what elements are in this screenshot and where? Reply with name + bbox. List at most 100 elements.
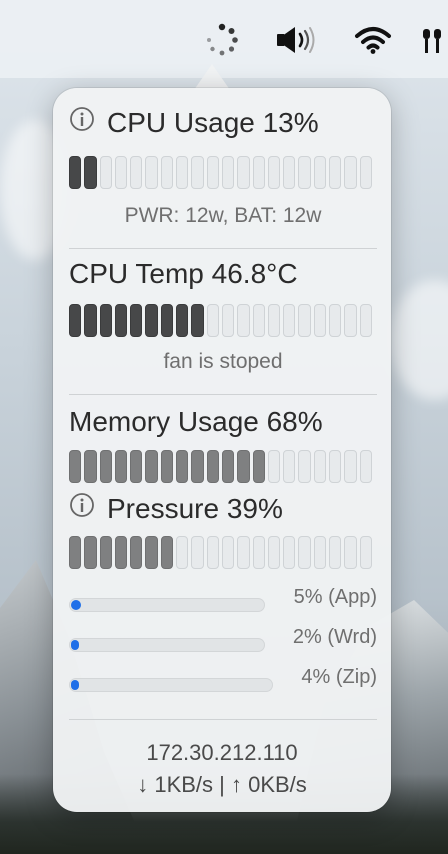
divider xyxy=(69,394,377,395)
meter-segment-filled xyxy=(99,536,112,569)
meter-segment-empty xyxy=(114,156,128,189)
meter-segment-empty xyxy=(329,450,342,483)
meter-segment-empty xyxy=(221,156,235,189)
meter-segment-filled xyxy=(160,304,174,337)
meter-segment-filled xyxy=(130,450,143,483)
segment-meter xyxy=(69,304,377,337)
meter-segment-filled xyxy=(130,536,143,569)
meter-segment-empty xyxy=(237,304,250,337)
meter-segment-empty xyxy=(221,536,235,569)
meter-segment-filled xyxy=(114,536,128,569)
meter-segment-empty xyxy=(283,304,296,337)
meter-segment-empty xyxy=(329,156,342,189)
progress-fill xyxy=(71,600,81,610)
system-stats-popover: CPU Usage 13% PWR: 12w, BAT: 12w CPU Tem… xyxy=(53,88,391,812)
meter-segment-empty xyxy=(206,156,219,189)
meter-segment-empty xyxy=(283,156,296,189)
meter-segment-filled xyxy=(145,536,158,569)
fan-status-text: fan is stoped xyxy=(163,350,283,373)
meter-segment-empty xyxy=(267,450,281,483)
meter-segment-filled xyxy=(69,156,82,189)
loading-spinner-icon[interactable] xyxy=(202,22,242,58)
cpu-usage-header: CPU Usage 13% xyxy=(69,106,377,139)
info-icon[interactable] xyxy=(69,106,95,139)
progress-track xyxy=(69,638,265,652)
speaker-volume-icon[interactable] xyxy=(274,22,318,58)
meter-segment-empty xyxy=(267,536,281,569)
progress-fill xyxy=(71,680,79,690)
meter-segment-filled xyxy=(176,304,189,337)
memory-app-label: 5% (App) xyxy=(293,586,377,608)
meter-segment-empty xyxy=(313,156,327,189)
meter-segment-filled xyxy=(99,304,112,337)
meter-segment-empty xyxy=(130,156,143,189)
pressure-section: Pressure 39% xyxy=(69,492,377,525)
meter-segment-empty xyxy=(176,156,189,189)
meter-segment-empty xyxy=(99,156,112,189)
meter-segment-empty xyxy=(298,156,311,189)
menu-bar xyxy=(0,0,448,78)
cpu-temp-title: CPU Temp 46.8°C xyxy=(69,258,298,289)
meter-segment-empty xyxy=(298,450,311,483)
wifi-icon[interactable] xyxy=(352,22,394,58)
meter-segment-empty xyxy=(313,536,327,569)
meter-segment-empty xyxy=(313,450,327,483)
segment-meter xyxy=(69,156,377,189)
meter-segment-filled xyxy=(191,450,204,483)
meter-segment-empty xyxy=(237,536,250,569)
meter-segment-filled xyxy=(114,450,128,483)
meter-segment-empty xyxy=(160,156,174,189)
meter-segment-empty xyxy=(329,304,342,337)
meter-segment-empty xyxy=(267,156,281,189)
meter-segment-empty xyxy=(221,304,235,337)
meter-segment-filled xyxy=(84,536,97,569)
meter-segment-filled xyxy=(145,304,158,337)
meter-segment-filled xyxy=(69,450,82,483)
meter-segment-empty xyxy=(298,304,311,337)
meter-segment-filled xyxy=(176,450,189,483)
progress-fill xyxy=(71,640,79,650)
memory-usage-section: Memory Usage 68% xyxy=(69,406,377,438)
meter-segment-empty xyxy=(359,156,372,189)
meter-segment-filled xyxy=(160,536,174,569)
pressure-header: Pressure 39% xyxy=(69,492,377,525)
cpu-temp-section: CPU Temp 46.8°C xyxy=(69,258,377,290)
meter-segment-empty xyxy=(344,450,357,483)
meter-segment-empty xyxy=(191,156,204,189)
meter-segment-empty xyxy=(206,304,219,337)
memory-usage-title: Memory Usage 68% xyxy=(69,406,323,437)
meter-segment-filled xyxy=(145,450,158,483)
meter-segment-empty xyxy=(267,304,281,337)
info-icon[interactable] xyxy=(69,492,95,525)
meter-segment-filled xyxy=(252,450,265,483)
meter-segment-filled xyxy=(84,156,97,189)
memory-wired-row: 2% (Wrd) xyxy=(69,626,377,654)
network-throughput: ↓ 1KB/s | ↑ 0KB/s xyxy=(137,772,307,797)
memory-app-row: 5% (App) xyxy=(69,586,377,614)
memory-compressed-row: 4% (Zip) xyxy=(69,666,377,694)
meter-segment-filled xyxy=(237,450,250,483)
partial-menubar-icon[interactable] xyxy=(420,22,448,58)
cpu-power-line: PWR: 12w, BAT: 12w xyxy=(69,204,377,228)
meter-segment-empty xyxy=(313,304,327,337)
meter-segment-filled xyxy=(206,450,219,483)
meter-segment-empty xyxy=(145,156,158,189)
meter-segment-empty xyxy=(344,304,357,337)
fan-status-line: fan is stoped xyxy=(69,350,377,374)
divider xyxy=(69,719,377,720)
memory-wired-label: 2% (Wrd) xyxy=(292,626,377,648)
meter-segment-filled xyxy=(191,304,204,337)
meter-segment-empty xyxy=(359,536,372,569)
meter-segment-empty xyxy=(252,304,265,337)
progress-track xyxy=(69,678,273,692)
meter-segment-empty xyxy=(176,536,189,569)
cpu-usage-section: CPU Usage 13% xyxy=(69,106,377,139)
segment-meter xyxy=(69,450,377,483)
meter-segment-empty xyxy=(359,450,372,483)
meter-segment-empty xyxy=(344,536,357,569)
pressure-meter xyxy=(69,536,377,569)
meter-segment-filled xyxy=(160,450,174,483)
meter-segment-filled xyxy=(130,304,143,337)
cpu-usage-title: CPU Usage 13% xyxy=(107,106,319,138)
meter-segment-filled xyxy=(221,450,235,483)
